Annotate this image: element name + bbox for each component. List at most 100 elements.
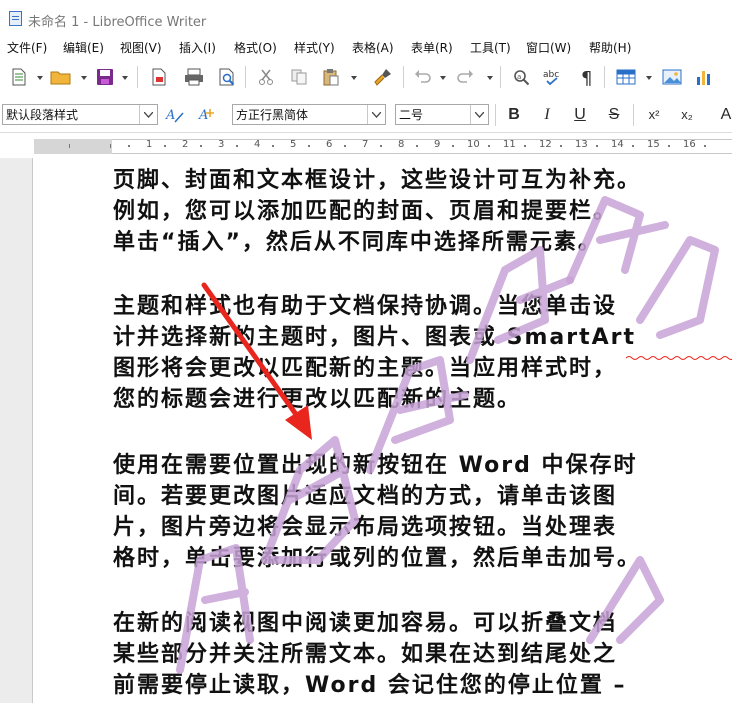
ruler-number: 16 <box>683 139 696 150</box>
paragraph-3[interactable]: 使用在需要位置出现的新按钮在 Word 中保存时 间。若要更改图片适应文档的方式… <box>113 450 732 574</box>
find-replace-icon[interactable]: a <box>511 66 533 88</box>
superscript-button[interactable]: x² <box>644 105 664 125</box>
more-character-options-button[interactable]: A <box>716 105 732 125</box>
menu-edit[interactable]: 编辑(E) <box>63 39 104 56</box>
text-line[interactable]: 主题和样式也有助于文档保持协调。当您单击设 <box>113 291 732 322</box>
ruler-number: 1 <box>146 139 153 150</box>
font-name-combo[interactable] <box>232 104 386 125</box>
menu-insert[interactable]: 插入(I) <box>179 39 216 56</box>
menu-styles[interactable]: 样式(Y) <box>294 39 335 56</box>
undo-icon[interactable] <box>412 66 434 88</box>
menu-table[interactable]: 表格(A) <box>352 39 394 56</box>
formatting-marks-icon[interactable]: ¶ <box>576 66 598 88</box>
ruler-dot <box>596 145 598 147</box>
menu-window[interactable]: 窗口(W) <box>526 39 571 56</box>
open-folder-icon[interactable] <box>50 66 72 88</box>
menu-tools[interactable]: 工具(T) <box>470 39 511 56</box>
clone-formatting-icon[interactable] <box>372 66 394 88</box>
text-line[interactable]: 使用在需要位置出现的新按钮在 Word 中保存时 <box>113 450 732 481</box>
save-icon[interactable] <box>94 66 116 88</box>
text-line[interactable]: 间。若要更改图片适应文档的方式，请单击该图 <box>113 481 732 512</box>
text-line[interactable]: 格时，单击要添加行或列的位置，然后单击加号。 <box>113 543 732 574</box>
save-dropdown-chevron-icon[interactable] <box>122 76 128 80</box>
toolbar-separator <box>403 66 404 88</box>
chevron-down-icon[interactable] <box>470 105 488 124</box>
ruler-number: 8 <box>398 139 405 150</box>
menu-form[interactable]: 表单(R) <box>411 39 453 56</box>
horizontal-ruler[interactable]: 1 2 3 4 5 6 7 8 9 10 11 12 13 14 15 16 <box>0 132 732 159</box>
spelling-error-squiggle <box>626 356 732 360</box>
spellcheck-icon[interactable]: abc <box>543 66 565 88</box>
ruler-dot <box>632 145 634 147</box>
menu-file[interactable]: 文件(F) <box>7 39 47 56</box>
insert-table-icon[interactable] <box>615 66 637 88</box>
text-line[interactable]: 在新的阅读视图中阅读更加容易。可以折叠文档 <box>113 608 732 639</box>
text-line[interactable]: 前需要停止读取，Word 会记住您的停止位置 – <box>113 670 732 701</box>
bold-button[interactable]: B <box>504 105 524 125</box>
svg-text:¶: ¶ <box>581 68 592 86</box>
ruler-number: 12 <box>539 139 552 150</box>
new-style-icon[interactable]: A <box>197 104 219 126</box>
paste-dropdown-chevron-icon[interactable] <box>351 76 357 80</box>
paragraph-4[interactable]: 在新的阅读视图中阅读更加容易。可以折叠文档 某些部分并关注所需文本。如果在达到结… <box>113 608 732 701</box>
table-dropdown-chevron-icon[interactable] <box>646 76 652 80</box>
new-document-icon[interactable] <box>8 66 30 88</box>
window-title: 未命名 1 - LibreOffice Writer <box>28 15 207 30</box>
text-line[interactable]: 例如，您可以添加匹配的封面、页眉和提要栏。 <box>113 196 732 227</box>
paragraph-1[interactable]: 页脚、封面和文本框设计，这些设计可互为补充。 例如，您可以添加匹配的封面、页眉和… <box>113 165 732 258</box>
ruler-margin <box>34 139 112 154</box>
insert-image-icon[interactable] <box>661 66 683 88</box>
menu-view[interactable]: 视图(V) <box>120 39 162 56</box>
text-line[interactable]: 计并选择新的主题时，图片、图表或 SmartArt <box>113 322 732 353</box>
ruler-indent-marker[interactable] <box>110 144 111 148</box>
text-line[interactable]: 您的标题会进行更改以匹配新的主题。 <box>113 384 732 415</box>
paragraph-2[interactable]: 主题和样式也有助于文档保持协调。当您单击设 计并选择新的主题时，图片、图表或 S… <box>113 291 732 415</box>
toolbar-separator <box>495 104 496 126</box>
redo-dropdown-chevron-icon[interactable] <box>487 76 493 80</box>
export-pdf-icon[interactable] <box>148 66 170 88</box>
ruler-dot <box>200 145 202 147</box>
underline-button[interactable]: U <box>570 105 590 125</box>
ruler-number: 10 <box>467 139 480 150</box>
menu-format[interactable]: 格式(O) <box>234 39 277 56</box>
insert-chart-icon[interactable] <box>693 66 715 88</box>
new-dropdown-chevron-icon[interactable] <box>37 76 43 80</box>
ruler-dot <box>128 145 130 147</box>
document-page[interactable]: 页脚、封面和文本框设计，这些设计可互为补充。 例如，您可以添加匹配的封面、页眉和… <box>32 158 732 703</box>
ruler-tick <box>69 144 70 148</box>
italic-button[interactable]: I <box>537 105 557 125</box>
document-area[interactable]: 页脚、封面和文本框设计，这些设计可互为补充。 例如，您可以添加匹配的封面、页眉和… <box>0 158 732 703</box>
strikethrough-button[interactable]: S <box>604 105 624 125</box>
font-name-input[interactable] <box>233 105 368 124</box>
copy-icon[interactable] <box>288 66 310 88</box>
font-size-input[interactable] <box>396 105 471 124</box>
menu-bar: 文件(F) 编辑(E) 视图(V) 插入(I) 格式(O) 样式(Y) 表格(A… <box>0 36 732 58</box>
update-style-icon[interactable]: A <box>164 104 186 126</box>
toolbar-separator <box>633 104 634 126</box>
print-icon[interactable] <box>183 66 205 88</box>
chevron-down-icon[interactable] <box>367 105 385 124</box>
subscript-button[interactable]: x₂ <box>677 105 697 125</box>
open-dropdown-chevron-icon[interactable] <box>81 76 87 80</box>
text-line[interactable]: 页脚、封面和文本框设计，这些设计可互为补充。 <box>113 165 732 196</box>
font-size-combo[interactable] <box>395 104 489 125</box>
svg-text:A: A <box>165 108 175 123</box>
cut-icon[interactable] <box>255 66 277 88</box>
undo-dropdown-chevron-icon[interactable] <box>440 76 446 80</box>
ruler-dot <box>704 145 706 147</box>
text-line[interactable]: 单击“插入”，然后从不同库中选择所需元素。 <box>113 227 732 258</box>
paragraph-style-combo[interactable] <box>2 104 158 125</box>
chevron-down-icon[interactable] <box>139 105 157 124</box>
ruler-dot <box>416 145 418 147</box>
text-line[interactable]: 片，图片旁边将会显示布局选项按钮。当处理表 <box>113 512 732 543</box>
menu-help[interactable]: 帮助(H) <box>589 39 631 56</box>
svg-text:a: a <box>517 73 521 81</box>
paste-icon[interactable] <box>320 66 342 88</box>
writer-document-icon <box>9 11 22 26</box>
print-preview-icon[interactable] <box>216 66 238 88</box>
redo-icon[interactable] <box>454 66 476 88</box>
text-line[interactable]: 某些部分并关注所需文本。如果在达到结尾处之 <box>113 639 732 670</box>
paragraph-style-input[interactable] <box>3 105 140 124</box>
ruler-strip <box>34 139 732 154</box>
ruler-dot <box>308 145 310 147</box>
